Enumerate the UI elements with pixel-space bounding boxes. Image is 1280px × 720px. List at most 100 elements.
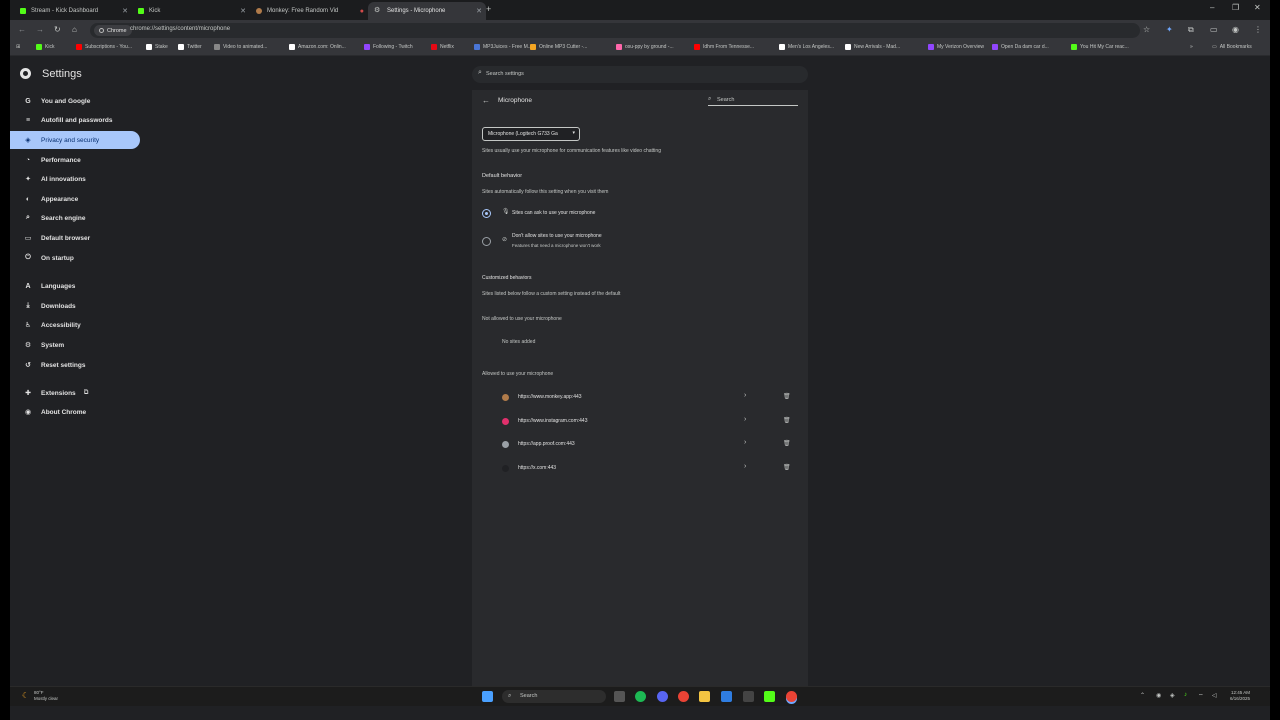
taskbar-search[interactable]: ⌕ Search — [502, 690, 606, 703]
side-panel-icon[interactable]: ▭ — [1210, 25, 1218, 34]
close-icon[interactable]: ✕ — [122, 7, 128, 15]
sidebar-item-on-startup[interactable]: ⏻ On startup — [10, 249, 140, 267]
chevron-right-icon[interactable]: › — [744, 463, 746, 470]
bookmark-item[interactable]: Kick — [36, 44, 54, 50]
site-row[interactable]: https://x.com:443 › 🗑︎ — [502, 461, 798, 477]
new-tab-button[interactable]: + — [486, 4, 491, 14]
apps-icon[interactable]: ⊞ — [16, 44, 20, 50]
trash-icon[interactable]: 🗑︎ — [783, 464, 791, 471]
window-close-button[interactable]: ✕ — [1254, 3, 1261, 12]
bookmark-item[interactable]: New Arrivals - Mad... — [845, 44, 900, 50]
task-view-icon[interactable] — [614, 691, 625, 702]
kick-icon[interactable] — [764, 691, 775, 702]
start-icon[interactable] — [482, 691, 493, 702]
chevron-right-icon[interactable]: › — [744, 416, 746, 423]
site-row[interactable]: https://app.proof.com:443 › 🗑︎ — [502, 437, 798, 453]
sidebar-item-reset-settings[interactable]: ↺ Reset settings — [10, 356, 140, 374]
chrome-icon[interactable] — [678, 691, 689, 702]
tab-kick[interactable]: Kick ✕ — [132, 2, 250, 20]
sidebar-item-privacy-and-security[interactable]: ◈ Privacy and security — [10, 131, 140, 149]
tray-chevron-icon[interactable]: ⌃ — [1140, 692, 1145, 699]
sidebar-item-search-engine[interactable]: ⌕ Search engine — [10, 209, 140, 227]
site-row[interactable]: https://www.instagram.com:443 › 🗑︎ — [502, 414, 798, 430]
forward-icon[interactable]: → — [36, 25, 44, 34]
discord-icon[interactable] — [657, 691, 668, 702]
address-bar[interactable]: Chrome chrome://settings/content/microph… — [90, 23, 1140, 38]
bookmark-star-icon[interactable]: ☆ — [1143, 25, 1150, 34]
sidebar-item-ai-innovations[interactable]: ✦ AI innovations — [10, 170, 140, 188]
site-chip[interactable]: Chrome — [94, 25, 132, 36]
minimize-button[interactable]: – — [1210, 3, 1214, 12]
chevron-right-icon[interactable]: › — [744, 439, 746, 446]
wifi-icon[interactable]: ⌔ — [1198, 692, 1204, 700]
trash-icon[interactable]: 🗑︎ — [783, 393, 791, 400]
back-icon[interactable]: ← — [18, 25, 26, 34]
close-icon[interactable]: ✕ — [240, 7, 246, 15]
mic-tray-icon[interactable]: ♪ — [1184, 692, 1187, 698]
sidebar-item-downloads[interactable]: ⤓ Downloads — [10, 297, 140, 315]
bookmark-item[interactable]: Following - Twitch — [364, 44, 413, 50]
sidebar-item-languages[interactable]: A Languages — [10, 277, 140, 295]
chevron-right-icon[interactable]: › — [744, 392, 746, 399]
sidebar-item-accessibility[interactable]: ♿ Accessibility — [10, 316, 140, 334]
store-icon[interactable] — [721, 691, 732, 702]
trash-icon[interactable]: 🗑︎ — [783, 417, 791, 424]
close-icon[interactable]: ● — [360, 8, 364, 15]
radio-block[interactable] — [482, 237, 491, 246]
radio-allow[interactable] — [482, 209, 491, 218]
close-icon[interactable]: ✕ — [476, 7, 482, 15]
extension-icon[interactable]: ✦ — [1166, 25, 1173, 34]
bookmark-item[interactable]: Video to animated... — [214, 44, 267, 50]
bookmark-item[interactable]: MP3Juices - Free M... — [474, 44, 532, 50]
home-icon[interactable]: ⌂ — [72, 25, 77, 34]
back-arrow-icon[interactable]: ← — [482, 96, 490, 105]
tab-kick-dashboard[interactable]: Stream - Kick Dashboard ✕ — [14, 2, 132, 20]
site-search[interactable]: ⌕ — [708, 95, 798, 106]
bookmark-item[interactable]: osu-ppy by ground -... — [616, 44, 674, 50]
volume-icon[interactable]: ◁ — [1212, 692, 1217, 699]
sidebar-item-about-chrome[interactable]: ◉ About Chrome — [10, 403, 140, 421]
option-allow-label[interactable]: Sites can ask to use your microphone — [512, 210, 595, 216]
reload-icon[interactable]: ↻ — [54, 25, 61, 34]
tab-monkey[interactable]: Monkey: Free Random Vid ● — [250, 2, 368, 20]
bookmark-item[interactable]: Stake — [146, 44, 168, 50]
profile-icon[interactable]: ◉ — [1232, 25, 1239, 34]
tray-app-icon[interactable]: ◉ — [1156, 692, 1161, 699]
app-icon[interactable] — [743, 691, 754, 702]
weather-widget[interactable]: 80°F Mostly clear — [34, 690, 58, 702]
bookmark-item[interactable]: Amazon.com: Onlin... — [289, 44, 346, 50]
sidebar-item-you-and-google[interactable]: G You and Google — [10, 92, 140, 110]
spotify-icon[interactable] — [635, 691, 646, 702]
maximize-button[interactable]: ❐ — [1232, 3, 1239, 12]
sidebar-item-default-browser[interactable]: ▭ Default browser — [10, 229, 140, 247]
tab-settings-microphone[interactable]: ⚙ Settings - Microphone ✕ — [368, 2, 486, 20]
bookmark-item[interactable]: Twitter — [178, 44, 202, 50]
bookmark-item[interactable]: Idhm From Tennesse... — [694, 44, 754, 50]
bookmark-item[interactable]: Netflix — [431, 44, 454, 50]
bookmark-item[interactable]: My Verizon Overview — [928, 44, 984, 50]
chrome-active-icon[interactable] — [786, 691, 797, 702]
bookmark-item[interactable]: Open Da dam car d... — [992, 44, 1049, 50]
sidebar-item-extensions[interactable]: ✚ Extensions ⧉ — [10, 384, 140, 402]
sidebar-item-performance[interactable]: ◔ Performance — [10, 151, 140, 169]
settings-search[interactable]: ⌕ — [472, 66, 808, 83]
all-bookmarks[interactable]: ▭ All Bookmarks — [1212, 44, 1252, 50]
puzzle-icon[interactable]: ⧉ — [1188, 25, 1194, 35]
tray-app-icon[interactable]: ◈ — [1170, 692, 1175, 699]
sidebar-item-system[interactable]: ⚙ System — [10, 336, 140, 354]
file-explorer-icon[interactable] — [699, 691, 710, 702]
bookmark-item[interactable]: Men's Los Angeles... — [779, 44, 834, 50]
site-row[interactable]: https://www.monkey.app:443 › 🗑︎ — [502, 390, 798, 406]
option-block-label[interactable]: Don't allow sites to use your microphone — [512, 233, 602, 239]
trash-icon[interactable]: 🗑︎ — [783, 440, 791, 447]
bookmark-item[interactable]: Online MP3 Cutter -... — [530, 44, 587, 50]
more-bookmarks-icon[interactable]: » — [1190, 44, 1193, 50]
site-search-input[interactable] — [717, 95, 795, 104]
microphone-device-select[interactable]: Microphone (Logitech G733 Ga ▾ — [482, 127, 580, 141]
clock[interactable]: 12:45 AM 6/16/2025 — [1220, 690, 1250, 702]
settings-search-input[interactable] — [486, 69, 786, 79]
sidebar-item-autofill-and-passwords[interactable]: ≡ Autofill and passwords — [10, 111, 140, 129]
bookmark-item[interactable]: Subscriptions - You... — [76, 44, 132, 50]
sidebar-item-appearance[interactable]: ◐ Appearance — [10, 190, 140, 208]
bookmark-item[interactable]: You Hit My Car reac... — [1071, 44, 1129, 50]
